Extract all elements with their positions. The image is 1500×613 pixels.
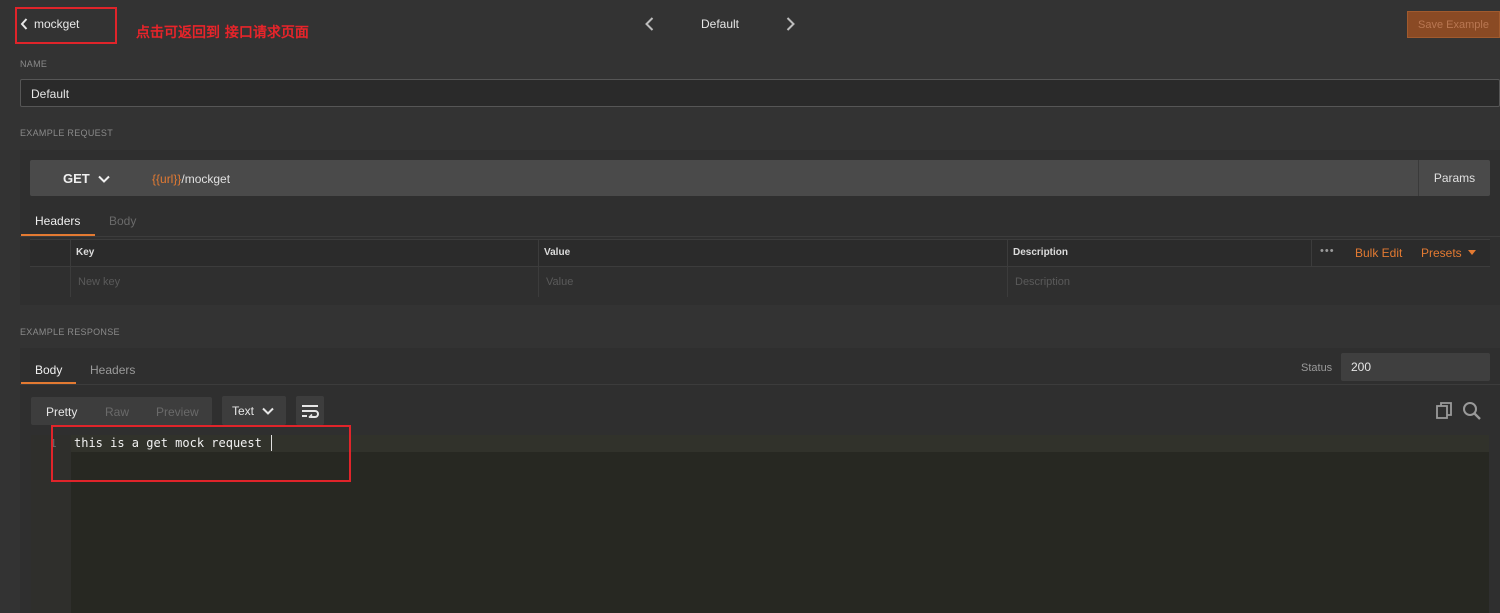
prev-example-icon[interactable] bbox=[641, 15, 659, 33]
example-title: Default bbox=[700, 17, 740, 31]
status-input[interactable]: 200 bbox=[1341, 353, 1490, 381]
method-select[interactable]: GET bbox=[63, 171, 110, 186]
save-example-button[interactable]: Save Example bbox=[1407, 11, 1500, 38]
presets-dropdown[interactable]: Presets bbox=[1421, 246, 1476, 260]
column-divider bbox=[70, 240, 71, 297]
bulk-edit-link[interactable]: Bulk Edit bbox=[1355, 246, 1402, 260]
format-pretty[interactable]: Pretty bbox=[46, 405, 77, 419]
format-preview[interactable]: Preview bbox=[156, 405, 199, 419]
column-key: Key bbox=[76, 247, 95, 258]
search-icon[interactable] bbox=[1462, 401, 1482, 421]
response-section-label: EXAMPLE RESPONSE bbox=[20, 327, 120, 337]
url-variable: {{url}} bbox=[152, 172, 182, 186]
next-example-icon[interactable] bbox=[781, 15, 799, 33]
column-description: Description bbox=[1013, 247, 1069, 258]
tab-request-headers[interactable]: Headers bbox=[35, 214, 80, 228]
url-input[interactable]: {{url}}/mockget bbox=[152, 172, 230, 186]
annotation-box-back bbox=[15, 7, 117, 44]
new-value-input[interactable]: Value bbox=[546, 276, 573, 288]
chevron-down-icon bbox=[98, 175, 110, 183]
name-input[interactable]: Default bbox=[20, 79, 1500, 107]
tab-response-headers[interactable]: Headers bbox=[90, 363, 135, 377]
caret-down-icon bbox=[1467, 250, 1476, 255]
response-type-label: Text bbox=[232, 403, 255, 418]
wrap-lines-icon bbox=[302, 404, 319, 418]
response-type-select[interactable]: Text bbox=[222, 396, 286, 425]
new-key-input[interactable]: New key bbox=[78, 276, 120, 288]
annotation-box-response bbox=[51, 425, 351, 482]
column-divider bbox=[538, 240, 539, 297]
new-description-input[interactable]: Description bbox=[1015, 276, 1070, 288]
url-bar bbox=[30, 160, 1490, 196]
copy-icon[interactable] bbox=[1434, 401, 1454, 421]
column-value: Value bbox=[544, 247, 571, 258]
method-label: GET bbox=[63, 171, 90, 186]
column-divider bbox=[1007, 240, 1008, 297]
presets-label: Presets bbox=[1421, 246, 1462, 260]
status-label: Status bbox=[1301, 362, 1333, 374]
headers-table-header bbox=[30, 239, 1490, 267]
url-path: /mockget bbox=[181, 172, 231, 186]
name-section-label: NAME bbox=[20, 59, 48, 69]
tab-divider bbox=[20, 384, 1500, 385]
tab-response-body[interactable]: Body bbox=[35, 363, 62, 377]
tab-request-body[interactable]: Body bbox=[109, 214, 136, 228]
column-divider bbox=[1311, 240, 1312, 266]
request-section-label: EXAMPLE REQUEST bbox=[20, 128, 114, 138]
annotation-text-back: 点击可返回到 接口请求页面 bbox=[136, 25, 309, 41]
chevron-down-icon bbox=[262, 407, 274, 415]
format-raw[interactable]: Raw bbox=[105, 405, 129, 419]
wrap-lines-button[interactable] bbox=[296, 396, 324, 425]
tab-divider bbox=[20, 236, 1500, 237]
more-options-icon[interactable]: ••• bbox=[1320, 245, 1335, 257]
params-button[interactable]: Params bbox=[1418, 160, 1490, 196]
